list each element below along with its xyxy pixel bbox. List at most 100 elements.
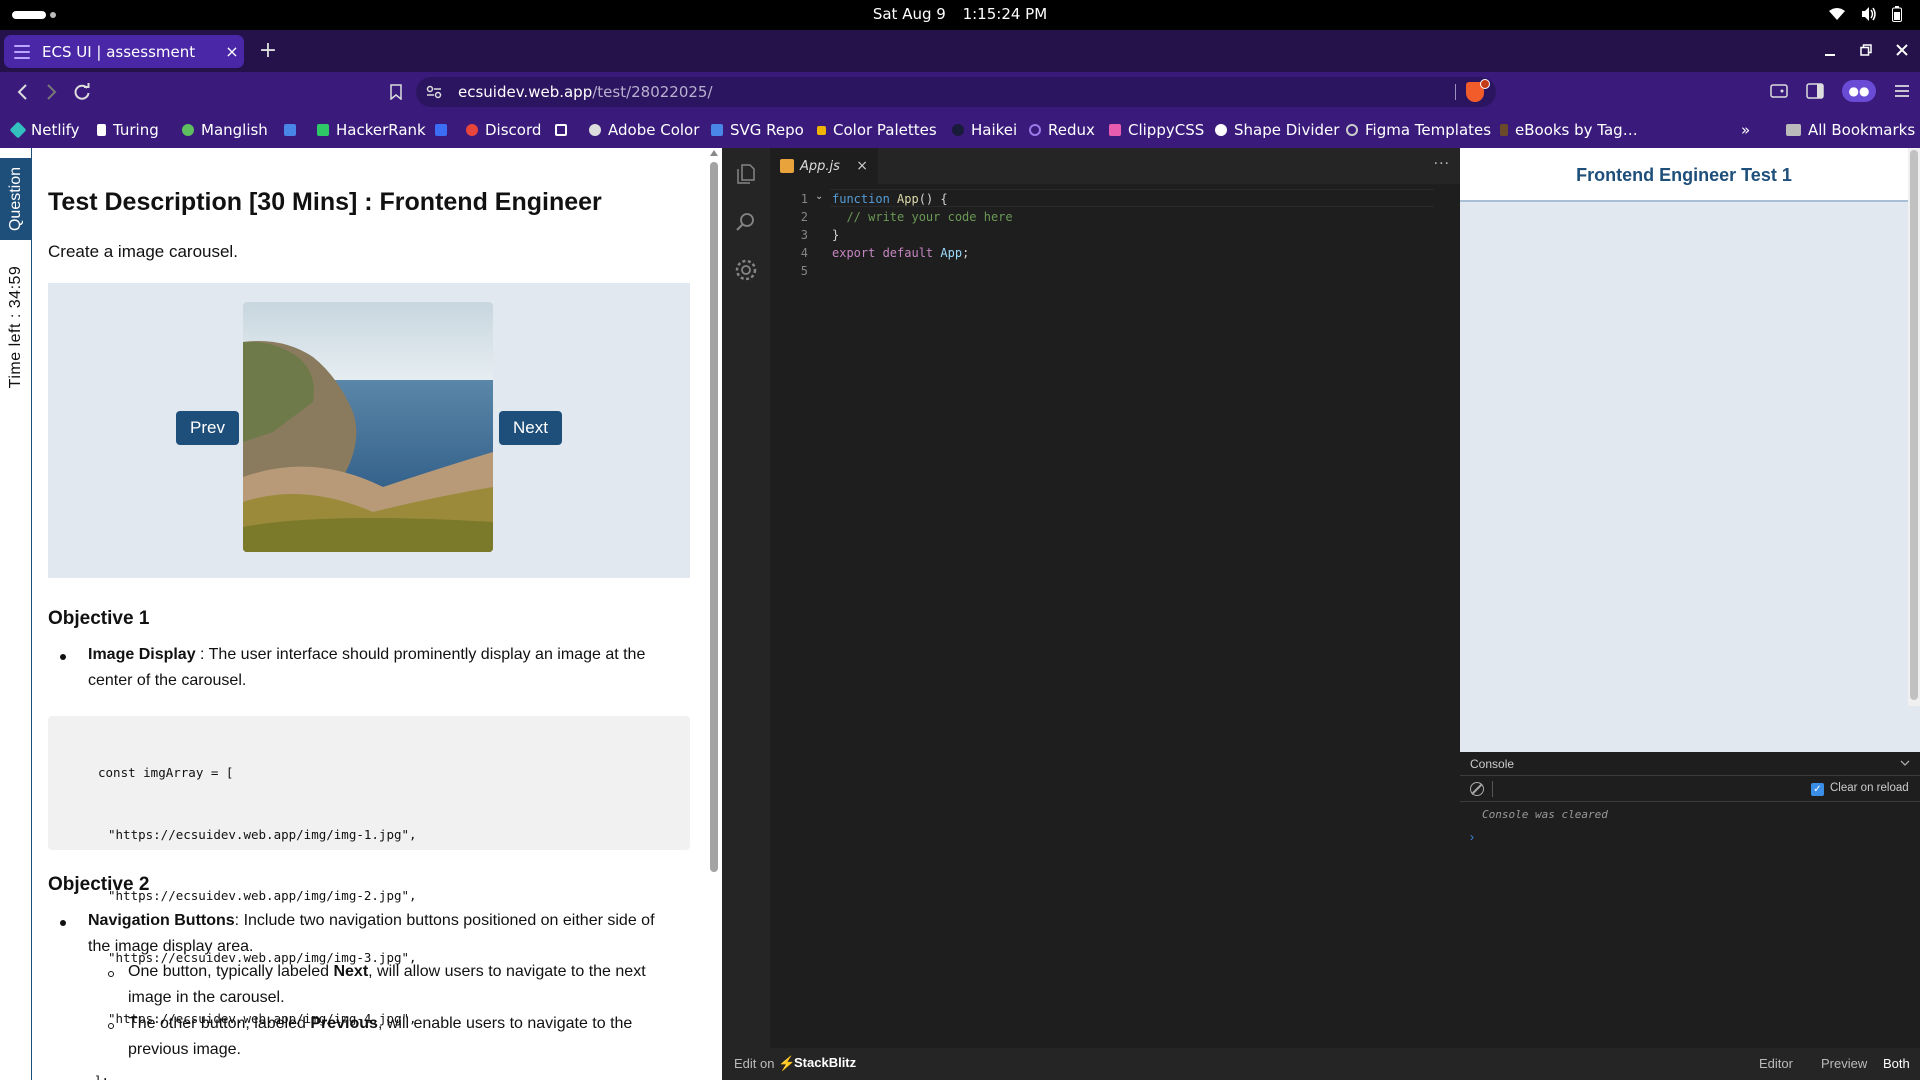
bookmark-label: Color Palettes [833, 121, 937, 139]
bookmark-discord[interactable]: Discord [466, 112, 541, 148]
folder-icon [1786, 124, 1801, 136]
bookmark-manglish[interactable]: Manglish [182, 112, 268, 148]
bookmark-label: eBooks by Tag… [1515, 121, 1638, 139]
console-title: Console [1470, 757, 1515, 771]
system-tray[interactable] [1828, 6, 1902, 22]
bookmark-page-button[interactable] [384, 81, 408, 103]
clear-console-icon[interactable] [1470, 782, 1484, 796]
flag-icon [284, 124, 296, 136]
bookmark-color-palettes[interactable]: Color Palettes [817, 112, 937, 148]
code-token: App [897, 192, 919, 206]
view-editor-button[interactable]: Editor [1759, 1056, 1793, 1071]
omnibox-divider [1455, 84, 1456, 100]
stackblitz-bolt-icon: ⚡ [778, 1055, 796, 1071]
bookmark-adobe-color[interactable]: Adobe Color [589, 112, 699, 148]
console-header[interactable]: Console [1460, 752, 1920, 776]
tab-question[interactable]: Question [0, 158, 32, 240]
bookmark-ebooks[interactable]: eBooks by Tag… [1500, 112, 1638, 148]
close-window-button[interactable] [1894, 40, 1910, 60]
code-block: const imgArray = [ "https://ecsuidev.web… [48, 716, 690, 1080]
reload-button[interactable] [70, 81, 94, 103]
menu-icon[interactable] [1894, 84, 1910, 98]
editor-more-actions-icon[interactable]: ··· [1434, 156, 1450, 172]
settings-gear-icon[interactable] [734, 258, 758, 282]
system-top-bar: Sat Aug 9 1:15:24 PM [0, 0, 1920, 30]
chevron-down-icon[interactable] [1900, 760, 1910, 768]
code-text-area[interactable]: function App() { // write your code here… [832, 184, 1432, 280]
clock-time: 1:15:24 PM [962, 5, 1048, 23]
bookmark-codepen[interactable] [555, 112, 574, 148]
code-token: export default [832, 246, 934, 260]
scroll-up-arrow-icon[interactable] [710, 150, 718, 156]
tab-close-button[interactable]: × [220, 42, 244, 61]
bookmark-label: Adobe Color [608, 121, 700, 139]
vpn-extension-icon[interactable]: ●● [1842, 80, 1876, 102]
forward-button[interactable] [40, 81, 64, 103]
editor-tab-app-js[interactable]: App.js × [770, 148, 878, 184]
view-preview-button[interactable]: Preview [1821, 1056, 1867, 1071]
system-clock[interactable]: Sat Aug 9 1:15:24 PM [0, 5, 1920, 23]
sub-item-text: One button, typically labeled [128, 963, 334, 980]
bookmark-clippycss[interactable]: ClippyCSS [1109, 112, 1204, 148]
bullet [60, 920, 66, 926]
stackblitz-link[interactable]: StackBlitz [794, 1055, 856, 1070]
bookmark-hackerrank[interactable]: HackerRank [317, 112, 426, 148]
back-button[interactable] [10, 81, 34, 103]
fold-chevron-icon[interactable]: ⌄ [815, 191, 823, 202]
objective-1-heading: Objective 1 [48, 608, 150, 629]
scrollbar-thumb[interactable] [710, 162, 718, 872]
code-line: } [832, 228, 840, 242]
forward-arrow-icon [47, 84, 57, 100]
bookmark-haikei[interactable]: Haikei [952, 112, 1017, 148]
discord-icon [466, 124, 478, 136]
line-number: 3 [800, 228, 808, 242]
line-number: 4 [800, 246, 808, 260]
question-scrollbar[interactable] [708, 148, 722, 1080]
carousel-demo: Prev Next [48, 283, 690, 578]
url-text[interactable]: ecsuidev.web.app/test/28022025/ [458, 83, 713, 101]
preview-scrollbar-thumb[interactable] [1910, 150, 1918, 700]
console-prompt-icon[interactable]: › [1470, 830, 1474, 844]
all-bookmarks-button[interactable]: All Bookmarks [1786, 112, 1915, 148]
url-path: /test/28022025/ [592, 83, 713, 101]
bookmark-svg-repo[interactable]: SVG Repo [711, 112, 804, 148]
wallet-icon[interactable] [1770, 83, 1788, 99]
volume-icon [1862, 7, 1876, 21]
editor-tab-close-button[interactable]: × [856, 158, 868, 174]
code-line: export default App; [832, 246, 970, 260]
bookmark-shape-divider[interactable]: Shape Divider [1215, 112, 1339, 148]
minimize-button[interactable] [1822, 40, 1838, 60]
view-both-button[interactable]: Both [1883, 1056, 1910, 1071]
svg-repo-icon [711, 124, 723, 136]
manglish-icon [182, 124, 194, 136]
new-tab-button[interactable]: + [256, 38, 280, 63]
reload-icon [74, 83, 90, 100]
objective-1-strong: Image Display [88, 646, 196, 663]
url-host: ecsuidev.web.app [458, 83, 593, 101]
bookmarks-overflow-button[interactable]: » [1741, 112, 1750, 148]
edit-on-label[interactable]: Edit on [734, 1056, 774, 1071]
timer: Time left : 34:59 [0, 252, 32, 402]
bookmark-netlify[interactable]: Netlify [9, 112, 80, 148]
address-bar[interactable]: ecsuidev.web.app/test/28022025/ [416, 77, 1496, 107]
bookmark-redux[interactable]: Redux [1029, 112, 1095, 148]
browser-tab-active[interactable]: ECS UI | assessment × [4, 35, 244, 68]
preview-scrollbar[interactable] [1908, 148, 1920, 706]
site-settings-icon[interactable] [426, 85, 442, 99]
clear-on-reload-label[interactable]: Clear on reload [1830, 782, 1909, 794]
restore-button[interactable] [1858, 40, 1874, 60]
bookmark-flag[interactable] [284, 112, 303, 148]
carousel-prev-button[interactable]: Prev [176, 411, 239, 445]
files-icon[interactable] [734, 162, 758, 186]
bookmark-label: Redux [1048, 121, 1095, 139]
bookmark-lightning[interactable] [435, 112, 454, 148]
carousel-next-button[interactable]: Next [499, 411, 562, 445]
bookmark-figma-templates[interactable]: Figma Templates [1346, 112, 1491, 148]
bookmark-turing[interactable]: Turing [97, 112, 159, 148]
bookmark-label: Manglish [201, 121, 268, 139]
sidebar-toggle-icon[interactable] [1806, 83, 1824, 99]
clear-on-reload-checkbox[interactable]: ✓ [1811, 783, 1824, 796]
bookmark-icon [390, 84, 402, 100]
search-icon[interactable] [734, 210, 758, 234]
sub-bullet [108, 1023, 114, 1029]
